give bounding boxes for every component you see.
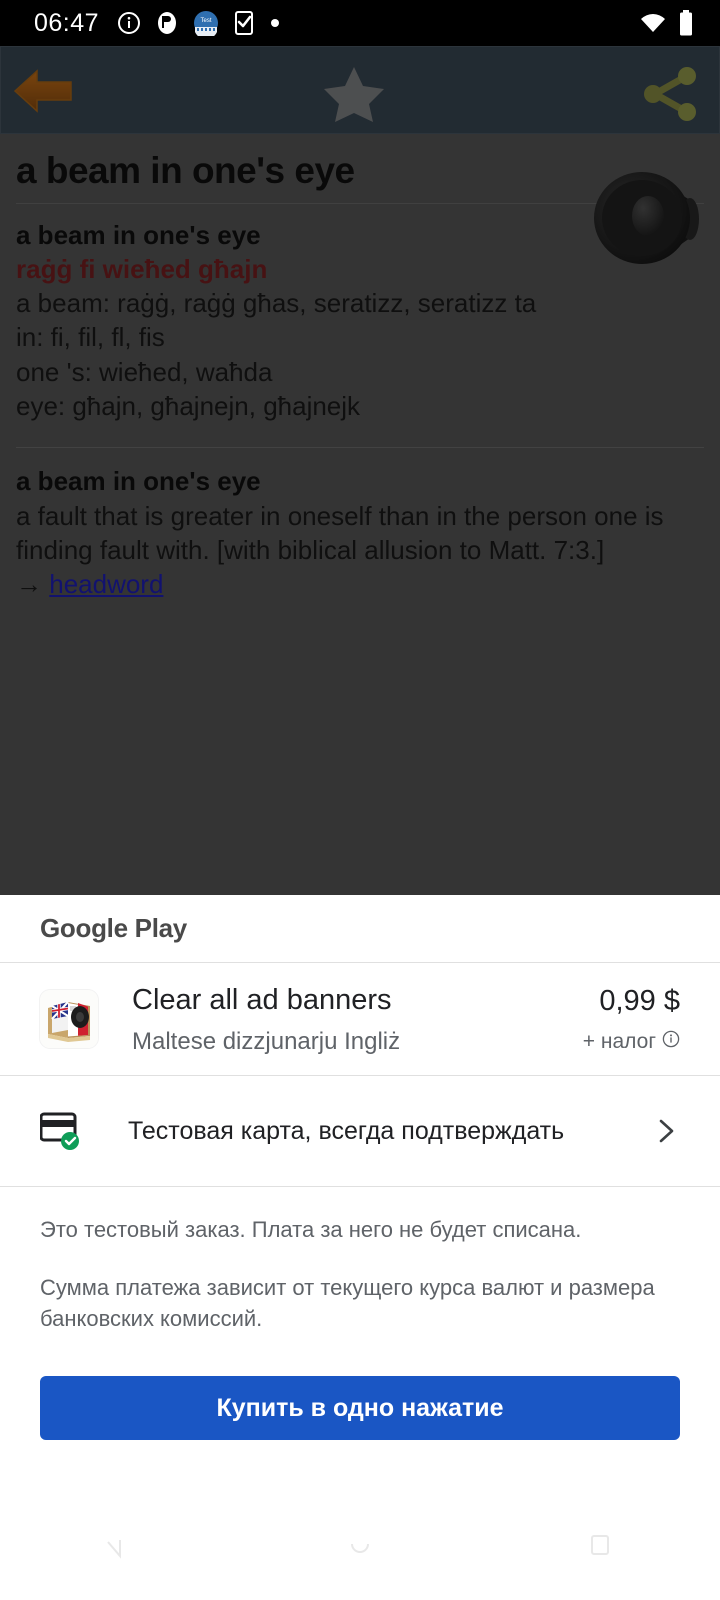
translation-line: one 's: wieħed, waħda xyxy=(16,356,273,387)
translation-source: a beam in one's eye xyxy=(16,219,261,250)
wifi-icon xyxy=(640,12,666,34)
google-play-brand: Google Play xyxy=(40,913,187,943)
status-bar: 06:47 Test xyxy=(0,0,720,46)
purchase-notes: Это тестовый заказ. Плата за него не буд… xyxy=(0,1187,720,1334)
purchase-item-subtitle: Maltese dizzjunarju Ingliż xyxy=(132,1027,401,1055)
credit-card-verified-icon xyxy=(39,1111,86,1151)
dot-icon xyxy=(269,17,281,29)
section-divider xyxy=(16,447,704,449)
nav-home-icon[interactable] xyxy=(330,1518,390,1578)
dictionary-content: a beam in one's eye a beam in one's eye … xyxy=(0,150,720,600)
notification-app-icon xyxy=(155,10,179,36)
entry-title: a beam in one's eye xyxy=(16,150,355,191)
buy-button[interactable]: Купить в одно нажатие xyxy=(40,1376,680,1441)
purchase-note: Это тестовый заказ. Плата за него не буд… xyxy=(40,1217,582,1242)
definition-headword: a beam in one's eye xyxy=(16,466,261,497)
tax-note-row: + налог xyxy=(583,1030,680,1054)
nav-back-icon[interactable] xyxy=(90,1518,150,1578)
tax-note-label: + налог xyxy=(582,1029,656,1053)
purchase-item-info: Clear all ad banners Maltese dizzjunarju… xyxy=(98,982,583,1055)
chevron-right-icon[interactable] xyxy=(652,1117,680,1145)
status-bar-notification-icons: Test xyxy=(117,10,640,36)
purchase-price: 0,99 $ xyxy=(599,984,680,1017)
info-circle-icon[interactable] xyxy=(662,1030,680,1054)
headword-link-row: → headword xyxy=(16,569,704,600)
payment-method-label: Тестовая карта, всегда подтверждать xyxy=(128,1116,565,1145)
translation-block: a beam in one's eye raġġ fi wieħed għajn… xyxy=(16,218,704,424)
translation-line: in: fi, fil, fl, fis xyxy=(16,322,165,353)
status-bar-clock: 06:47 xyxy=(34,8,100,37)
purchase-item-title: Clear all ad banners xyxy=(132,984,392,1017)
nav-recents-icon[interactable] xyxy=(570,1518,630,1578)
translation-line: a beam: raġġ, raġġ għas, seratizz, serat… xyxy=(16,288,537,319)
dictionary-book-app-icon xyxy=(40,990,98,1048)
definition-block: a beam in one's eye a fault that is grea… xyxy=(16,464,704,600)
headword-link[interactable]: headword xyxy=(49,569,163,599)
translation-target: raġġ fi wieħed għajn xyxy=(16,253,268,284)
screen-root: 06:47 Test a beam in one's eye a beam in… xyxy=(0,0,720,1600)
svg-text:Test: Test xyxy=(201,18,212,24)
purchase-item-row: Clear all ad banners Maltese dizzjunarju… xyxy=(0,963,720,1075)
translation-line: eye: għajn, għajnejn, għajnejk xyxy=(16,391,361,422)
dictionary-page: a beam in one's eye a beam in one's eye … xyxy=(0,46,720,895)
arrow-icon: → xyxy=(16,569,42,600)
status-bar-system-icons xyxy=(640,10,694,36)
buy-button-wrapper: Купить в одно нажатие xyxy=(0,1334,720,1441)
purchase-bottom-sheet: Google Play Clear all ad banners Maltese… xyxy=(0,895,720,1600)
back-arrow-icon[interactable] xyxy=(11,65,77,117)
title-divider xyxy=(16,202,704,204)
system-navigation-bar xyxy=(0,1496,720,1600)
star-icon[interactable] xyxy=(319,63,389,123)
dictionary-toolbar xyxy=(0,46,720,134)
share-icon[interactable] xyxy=(633,63,703,125)
phone-check-icon xyxy=(233,10,255,36)
payment-method-row[interactable]: Тестовая карта, всегда подтверждать xyxy=(0,1076,720,1186)
info-icon xyxy=(117,11,141,35)
battery-icon xyxy=(678,10,694,36)
sheet-header: Google Play xyxy=(0,895,720,962)
test-badge-icon: Test xyxy=(193,10,219,36)
definition-text: a fault that is greater in oneself than … xyxy=(16,500,664,566)
purchase-note: Сумма платежа зависит от текущего курса … xyxy=(40,1275,655,1331)
purchase-item-price-area: 0,99 $ + налог xyxy=(583,985,680,1054)
